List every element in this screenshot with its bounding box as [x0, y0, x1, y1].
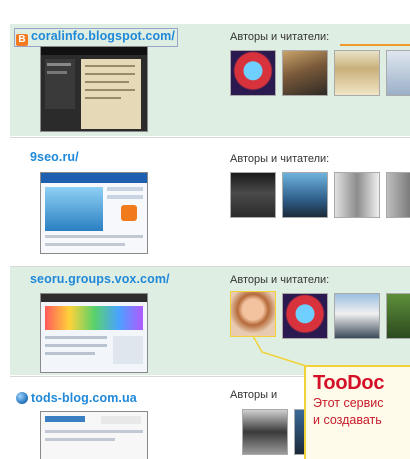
callout-title: TooDoc: [313, 372, 385, 394]
callout-text: и создавать: [313, 413, 382, 427]
callout-text: Этот сервис: [313, 396, 384, 410]
screenshot-frame: Bcoralinfo.blogspot.com/ Авторы и читате…: [0, 0, 410, 459]
callout-box: TooDoc Этот сервис и создавать: [304, 365, 410, 459]
